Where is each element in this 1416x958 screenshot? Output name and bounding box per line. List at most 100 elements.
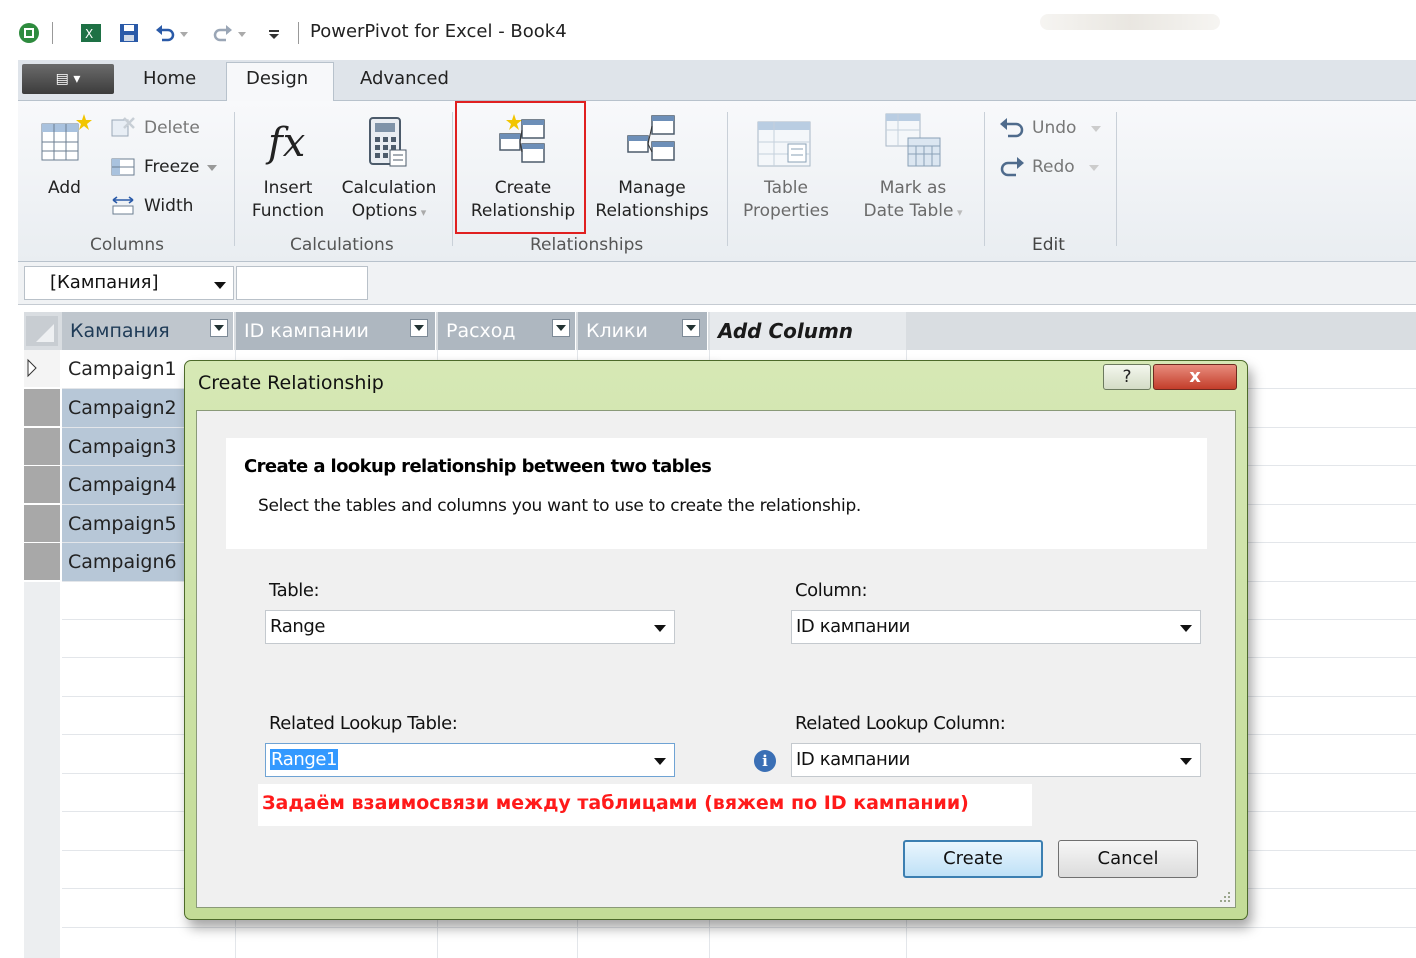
blurred-title-region <box>1040 14 1220 30</box>
row-header-empty <box>24 582 60 958</box>
function-icon: fx <box>265 120 305 166</box>
undo-dropdown-icon[interactable] <box>1090 124 1102 134</box>
calc-dropdown-icon: ▾ <box>417 206 427 219</box>
chevron-down-icon <box>654 758 666 765</box>
table-props-line1: Table <box>764 178 808 198</box>
calc-label-line1: Calculation <box>341 178 437 198</box>
filter-dropdown-icon[interactable] <box>552 319 570 337</box>
select-all-corner[interactable] <box>26 316 58 346</box>
related-lookup-table-value: Range1 <box>270 749 339 770</box>
current-row-arrow-icon <box>27 358 37 378</box>
manage-relationships-icon <box>627 115 675 161</box>
powerpivot-icon <box>19 23 39 43</box>
freeze-icon <box>111 158 135 176</box>
column-select-value: ID кампании <box>796 616 910 637</box>
column-header-campaign-id[interactable]: ID кампании <box>236 312 436 350</box>
create-button[interactable]: Create <box>903 840 1043 878</box>
add-column-header[interactable]: Add Column <box>710 312 906 350</box>
save-icon[interactable] <box>118 22 140 44</box>
row-header[interactable] <box>24 428 60 466</box>
name-box-value: [Кампания] <box>50 272 159 293</box>
undo-dropdown-icon[interactable] <box>178 22 190 44</box>
edit-group-label: Edit <box>1032 235 1065 255</box>
width-icon <box>112 196 134 215</box>
mark-as-date-table-button[interactable] <box>884 112 944 175</box>
table-properties-button[interactable] <box>756 118 812 175</box>
redo-icon[interactable] <box>212 22 234 44</box>
width-button[interactable]: Width <box>144 196 193 216</box>
close-button[interactable]: x <box>1153 364 1237 390</box>
create-relationship-button[interactable] <box>496 112 552 173</box>
tab-design[interactable]: Design <box>246 68 308 89</box>
info-icon[interactable]: i <box>754 750 776 772</box>
help-button[interactable]: ? <box>1103 364 1151 390</box>
cancel-button[interactable]: Cancel <box>1058 840 1198 878</box>
table-select[interactable]: Range <box>265 610 675 644</box>
related-lookup-table-select[interactable]: Range1 <box>265 743 675 777</box>
calculation-options-label: Calculation Options ▾ <box>336 177 442 224</box>
column-label: Column: <box>795 580 868 601</box>
svg-text:X: X <box>85 27 93 41</box>
dialog-description: Select the tables and columns you want t… <box>258 496 862 516</box>
row-header-current[interactable] <box>24 350 60 388</box>
undo-button[interactable]: Undo <box>1032 118 1076 138</box>
insert-label-line2: Function <box>251 201 325 221</box>
excel-icon[interactable]: X <box>80 22 102 44</box>
redo-icon <box>1000 157 1024 177</box>
relationships-group-label: Relationships <box>530 235 644 255</box>
add-column-icon <box>41 114 92 161</box>
row-header[interactable] <box>24 505 60 543</box>
table-properties-icon <box>757 121 811 167</box>
name-box-dropdown-icon[interactable] <box>214 282 226 289</box>
formula-input[interactable] <box>236 266 368 300</box>
row-header[interactable] <box>24 389 60 427</box>
ribbon-separator <box>1116 112 1117 246</box>
filter-dropdown-icon[interactable] <box>210 319 228 337</box>
file-menu-button[interactable]: ▤ ▾ <box>22 64 114 94</box>
date-table-dropdown-icon: ▾ <box>953 206 963 219</box>
manage-relationships-label: Manage Relationships <box>590 177 714 223</box>
ribbon-separator <box>234 112 235 246</box>
row-header[interactable] <box>24 543 60 581</box>
calculation-options-button[interactable] <box>366 114 410 175</box>
table-select-value: Range <box>270 616 326 637</box>
tab-home[interactable]: Home <box>143 68 196 89</box>
freeze-dropdown-icon[interactable] <box>206 163 218 173</box>
freeze-button[interactable]: Freeze <box>144 157 199 177</box>
insert-label-line1: Insert <box>263 178 313 198</box>
row-header[interactable] <box>24 466 60 504</box>
tab-advanced[interactable]: Advanced <box>360 68 449 89</box>
dialog-heading: Create a lookup relationship between two… <box>244 456 712 477</box>
column-header-campaign[interactable]: Кампания <box>62 312 234 350</box>
chevron-down-icon <box>1180 625 1192 632</box>
add-column-button[interactable] <box>40 112 96 171</box>
svg-text:fx: fx <box>265 120 305 166</box>
date-table-line2: Date Table ▾ <box>858 200 968 224</box>
column-select[interactable]: ID кампании <box>791 610 1201 644</box>
ribbon-separator <box>452 112 453 246</box>
related-lookup-column-select[interactable]: ID кампании <box>791 743 1201 777</box>
manage-label-line2: Relationships <box>595 201 709 221</box>
qat-separator <box>52 22 53 44</box>
ribbon-panel <box>18 101 1416 262</box>
insert-function-button[interactable]: fx <box>264 112 312 173</box>
corner-triangle-icon <box>36 324 54 342</box>
filter-dropdown-icon[interactable] <box>410 319 428 337</box>
redo-dropdown-icon[interactable] <box>236 22 248 44</box>
redo-dropdown-icon[interactable] <box>1088 163 1100 173</box>
undo-icon[interactable] <box>154 22 176 44</box>
filter-dropdown-icon[interactable] <box>682 319 700 337</box>
delete-button[interactable]: Delete <box>144 118 200 138</box>
create-label-line2: Relationship <box>470 201 576 221</box>
add-label: Add <box>48 178 81 198</box>
related-lookup-column-label: Related Lookup Column: <box>795 713 1006 734</box>
ribbon-separator <box>727 112 728 246</box>
resize-grip-icon[interactable] <box>1218 890 1232 904</box>
manage-relationships-button[interactable] <box>624 112 680 173</box>
customize-qat-icon[interactable] <box>266 22 282 44</box>
redo-button[interactable]: Redo <box>1032 157 1075 177</box>
window-title: PowerPivot for Excel - Book4 <box>310 21 567 42</box>
calc-label-line2: Options ▾ <box>336 200 442 224</box>
insert-function-label: Insert Function <box>248 177 328 223</box>
table-properties-label: Table Properties <box>740 177 832 223</box>
